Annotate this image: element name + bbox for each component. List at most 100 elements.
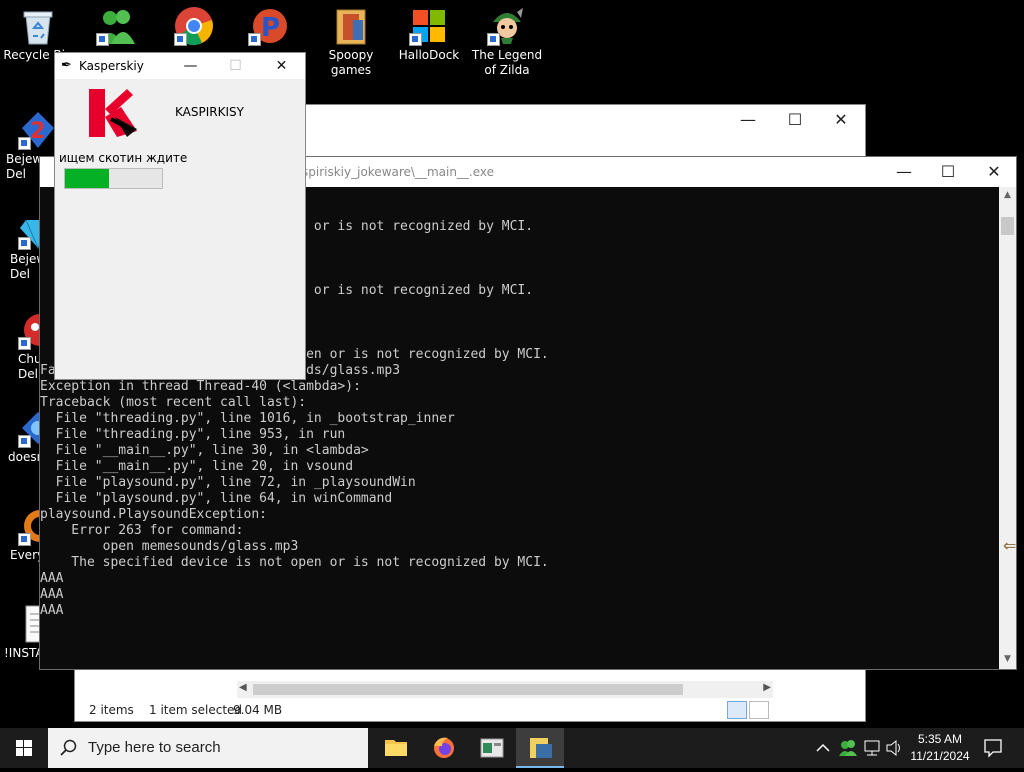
console-line: File "playsound.py", line 64, in winComm… xyxy=(40,491,393,506)
close-button[interactable]: ✕ xyxy=(259,53,304,79)
recycle-bin-icon xyxy=(18,6,58,46)
console-line: playsound.PlaysoundException: xyxy=(40,507,267,522)
scrollbar-thumb[interactable] xyxy=(253,684,683,695)
search-icon xyxy=(60,739,77,756)
vertical-scrollbar[interactable]: ▲ ▼ xyxy=(999,187,1016,669)
kasperskiy-title: Kasperskiy xyxy=(79,59,144,73)
tray-volume[interactable] xyxy=(884,728,904,768)
maximize-button[interactable]: ☐ xyxy=(213,53,258,79)
arrow-cursor-icon: ⇐ xyxy=(1003,536,1017,555)
shortcut-arrow-icon xyxy=(18,337,31,350)
tray-people[interactable] xyxy=(838,728,858,768)
kasperskiy-window[interactable]: ✒ Kasperskiy — ☐ ✕ KASPIRKISY ищем скоти… xyxy=(54,52,306,380)
show-hidden-icons-button[interactable] xyxy=(814,728,832,768)
status-item-count: 2 items xyxy=(89,703,134,717)
minimize-button[interactable]: — xyxy=(881,157,927,187)
console-line: File "threading.py", line 1016, in _boot… xyxy=(40,411,455,426)
scrollbar-thumb[interactable] xyxy=(1001,217,1014,235)
status-bar: 2 items 1 item selected 9.04 MB xyxy=(75,699,865,721)
scan-progress-bar xyxy=(64,168,163,189)
svg-text:P: P xyxy=(261,13,280,43)
shortcut-arrow-icon xyxy=(96,33,109,46)
bejeweled-icon: 2 xyxy=(18,110,58,150)
volume-icon xyxy=(886,739,900,757)
taskbar-python-app[interactable] xyxy=(516,728,564,768)
status-selected: 1 item selected xyxy=(149,703,243,717)
desktop-icon-chrome[interactable] xyxy=(156,0,232,48)
kasperskiy-titlebar[interactable]: ✒ Kasperskiy — ☐ ✕ xyxy=(55,53,305,79)
scroll-down-arrow-icon[interactable]: ▼ xyxy=(999,651,1016,667)
shortcut-arrow-icon xyxy=(248,33,261,46)
console-line: File "threading.py", line 953, in run xyxy=(40,427,346,442)
shortcut-arrow-icon xyxy=(409,33,422,46)
clock-date: 11/21/2024 xyxy=(910,749,970,763)
progress-fill xyxy=(65,169,109,188)
people-tray-icon xyxy=(839,740,857,756)
desktop-icon-legend-of-zilda[interactable]: The Legend of Zilda xyxy=(469,0,545,78)
shortcut-arrow-icon xyxy=(174,33,187,46)
desktop-icon-people[interactable] xyxy=(78,0,154,48)
status-size: 9.04 MB xyxy=(233,703,283,717)
maximize-button[interactable]: ☐ xyxy=(925,157,971,187)
search-box[interactable]: Type here to search xyxy=(48,728,368,768)
console-line: Exception in thread Thread-40 (<lambda>)… xyxy=(40,379,361,394)
taskbar: Type here to search 5:35 AM 11/21/2024 xyxy=(0,728,1024,768)
console-line: File "playsound.py", line 72, in _playso… xyxy=(40,475,416,490)
console-title: spiriskiy_jokeware\__main__.exe xyxy=(302,165,495,179)
horizontal-scrollbar[interactable]: ◀ ▶ xyxy=(237,681,773,698)
windows-start-icon xyxy=(16,740,32,756)
python-app-icon xyxy=(530,738,552,758)
maximize-button[interactable]: ☐ xyxy=(772,105,818,135)
console-line: Traceback (most recent call last): xyxy=(40,395,307,410)
folder-icon xyxy=(385,740,407,756)
desktop-icon-label: The Legend of Zilda xyxy=(471,48,543,77)
chevron-up-icon xyxy=(816,743,830,752)
scroll-right-arrow-icon[interactable]: ▶ xyxy=(763,682,771,693)
scroll-left-arrow-icon[interactable]: ◀ xyxy=(239,682,247,693)
scroll-up-arrow-icon[interactable]: ▲ xyxy=(999,187,1016,203)
shortcut-arrow-icon xyxy=(18,237,31,250)
notifications-button[interactable] xyxy=(982,728,1004,768)
pinball-icon: P xyxy=(248,6,288,46)
scan-status-text: ищем скотин ждите xyxy=(59,151,188,165)
console-line: Error 263 for command: xyxy=(40,523,244,538)
console-line: File "__main__.py", line 20, in vsound xyxy=(40,459,354,474)
svg-text:2: 2 xyxy=(30,119,45,144)
console-line: AAA xyxy=(40,587,64,602)
minimize-button[interactable]: — xyxy=(725,105,771,135)
clock[interactable]: 5:35 AM 11/21/2024 xyxy=(904,731,976,765)
console-line: open memesounds/glass.mp3 xyxy=(40,539,299,554)
taskbar-file-explorer[interactable] xyxy=(372,728,420,768)
folder-games-icon xyxy=(331,6,371,46)
tray-network[interactable] xyxy=(862,728,882,768)
console-line: AAA xyxy=(40,571,64,586)
network-icon xyxy=(864,740,880,756)
shortcut-arrow-icon xyxy=(18,435,31,448)
chrome-icon xyxy=(174,6,214,46)
shortcut-arrow-icon xyxy=(18,533,31,546)
taskbar-firefox[interactable] xyxy=(420,728,468,768)
console-line: File "__main__.py", line 30, in <lambda> xyxy=(40,443,369,458)
details-view-icon[interactable] xyxy=(727,701,747,719)
people-app-icon xyxy=(96,6,136,46)
shortcut-arrow-icon xyxy=(18,137,31,150)
feather-icon: ✒ xyxy=(61,58,72,73)
taskbar-app[interactable] xyxy=(468,728,516,768)
clock-time: 5:35 AM xyxy=(917,732,963,746)
desktop-icon-label: HalloDock xyxy=(398,48,460,62)
start-button[interactable] xyxy=(0,728,48,768)
firefox-icon xyxy=(434,737,454,758)
search-placeholder: Type here to search xyxy=(88,739,221,756)
desktop-icon-spoopy-games[interactable]: Spoopy games xyxy=(313,0,389,78)
close-button[interactable]: ✕ xyxy=(971,157,1017,187)
desktop-icon-hallodock[interactable]: HalloDock xyxy=(391,0,467,63)
minimize-button[interactable]: — xyxy=(168,53,213,79)
close-button[interactable]: ✕ xyxy=(818,105,864,135)
console-line: The specified device is not open or is n… xyxy=(40,555,549,570)
large-icons-view-icon[interactable] xyxy=(749,701,769,719)
shortcut-arrow-icon xyxy=(487,33,500,46)
kaspersky-logo-icon xyxy=(87,87,141,139)
console-line: AAA xyxy=(40,603,64,618)
desktop-icon-label: Spoopy games xyxy=(328,48,374,77)
product-name: KASPIRKISY xyxy=(175,105,244,119)
